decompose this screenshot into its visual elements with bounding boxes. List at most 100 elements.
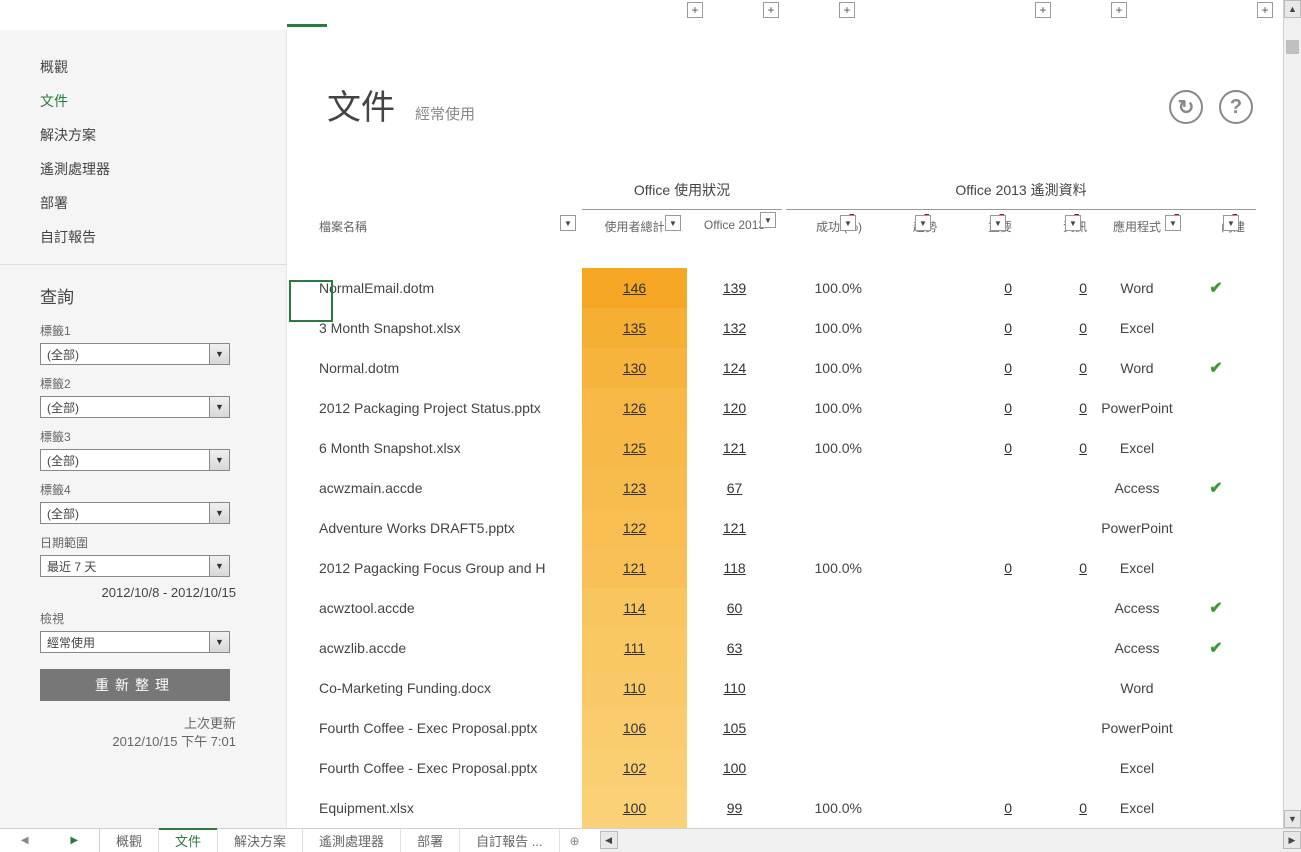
table-row[interactable]: acwzmain.accde12367Access✔ [307,468,1283,508]
cell-critical[interactable]: 0 [937,320,1012,336]
filter-button[interactable]: ▼ [915,215,931,231]
table-row[interactable]: 2012 Pagacking Focus Group and H12111810… [307,548,1283,588]
cell-total-users[interactable]: 126 [582,388,687,428]
cell-info[interactable]: 0 [1012,560,1087,576]
cell-total-users[interactable]: 114 [582,588,687,628]
sheet-nav-next[interactable]: ▶ [70,835,78,846]
cell-office2013[interactable]: 110 [687,680,782,696]
cell-total-users[interactable]: 125 [582,428,687,468]
table-row[interactable]: acwzlib.accde11163Access✔ [307,628,1283,668]
nav-solutions[interactable]: 解決方案 [40,118,286,152]
cell-office2013[interactable]: 105 [687,720,782,736]
expand-group-btn[interactable]: + [687,2,703,18]
cell-office2013[interactable]: 63 [687,640,782,656]
filter-button[interactable]: ▼ [560,215,576,231]
table-row[interactable]: Fourth Coffee - Exec Proposal.pptx106105… [307,708,1283,748]
cell-office2013[interactable]: 121 [687,520,782,536]
cell-office2013[interactable]: 121 [687,440,782,456]
select-tag3[interactable]: (全部) ▼ [40,449,230,471]
cell-total-users[interactable]: 106 [582,708,687,748]
expand-group-btn[interactable]: + [763,2,779,18]
cell-info[interactable]: 0 [1012,400,1087,416]
reload-button[interactable]: ↻ [1169,90,1203,124]
cell-total-users[interactable]: 146 [582,268,687,308]
tab-deployment[interactable]: 部署 [401,829,460,852]
cell-total-users[interactable]: 135 [582,308,687,348]
tab-overview[interactable]: 概觀 [100,829,159,852]
select-date-range[interactable]: 最近 7 天 ▼ [40,555,230,577]
table-row[interactable]: Adventure Works DRAFT5.pptx122121PowerPo… [307,508,1283,548]
select-view[interactable]: 經常使用 ▼ [40,631,230,653]
cell-info[interactable]: 0 [1012,800,1087,816]
tab-telemetry-processor[interactable]: 遙測處理器 [303,829,401,852]
cell-total-users[interactable]: 110 [582,668,687,708]
cell-info[interactable]: 0 [1012,280,1087,296]
table-row[interactable]: 2012 Packaging Project Status.pptx126120… [307,388,1283,428]
cell-office2013[interactable]: 139 [687,280,782,296]
table-row[interactable]: Fourth Coffee - Exec Proposal.pptx102100… [307,748,1283,788]
cell-info[interactable]: 0 [1012,360,1087,376]
cell-office2013[interactable]: 124 [687,360,782,376]
cell-office2013[interactable]: 60 [687,600,782,616]
tab-solutions[interactable]: 解決方案 [218,829,303,852]
cell-total-users[interactable]: 111 [582,628,687,668]
select-tag2[interactable]: (全部) ▼ [40,396,230,418]
select-tag4[interactable]: (全部) ▼ [40,502,230,524]
vertical-scrollbar[interactable]: ▲ ▼ [1283,0,1301,828]
cell-total-users[interactable]: 122 [582,508,687,548]
cell-critical[interactable]: 0 [937,280,1012,296]
cell-info[interactable]: 0 [1012,440,1087,456]
expand-group-btn[interactable]: + [1111,2,1127,18]
filter-button[interactable]: ▼ [990,215,1006,231]
horizontal-scrollbar[interactable]: ◀ ▶ [600,829,1301,852]
select-tag1[interactable]: (全部) ▼ [40,343,230,365]
cell-office2013[interactable]: 120 [687,400,782,416]
tab-custom-report[interactable]: 自訂報告 ... [460,829,559,852]
cell-total-users[interactable]: 121 [582,548,687,588]
cell-office2013[interactable]: 132 [687,320,782,336]
cell-critical[interactable]: 0 [937,400,1012,416]
scroll-down-icon[interactable]: ▼ [1284,810,1301,828]
expand-group-btn[interactable]: + [1257,2,1273,18]
cell-critical[interactable]: 0 [937,800,1012,816]
cell-critical[interactable]: 0 [937,440,1012,456]
cell-total-users[interactable]: 100 [582,788,687,828]
scroll-right-icon[interactable]: ▶ [1283,831,1301,849]
cell-critical[interactable]: 0 [937,360,1012,376]
filter-button[interactable]: ▼ [1065,215,1081,231]
cell-office2013[interactable]: 100 [687,760,782,776]
cell-office2013[interactable]: 99 [687,800,782,816]
nav-overview[interactable]: 概觀 [40,50,286,84]
table-row[interactable]: Normal.dotm130124100.0%00Word✔ [307,348,1283,388]
tab-documents[interactable]: 文件 [159,829,218,852]
cell-info[interactable]: 0 [1012,320,1087,336]
table-row[interactable]: NormalEmail.dotm146139100.0%00Word✔ [307,268,1283,308]
scroll-up-icon[interactable]: ▲ [1284,0,1301,18]
help-button[interactable]: ? [1219,90,1253,124]
nav-documents[interactable]: 文件 [40,84,286,118]
new-sheet-button[interactable]: ⊕ [560,829,590,852]
table-row[interactable]: Co-Marketing Funding.docx110110Word [307,668,1283,708]
refresh-button[interactable]: 重新整理 [40,669,230,701]
expand-group-btn[interactable]: + [839,2,855,18]
cell-total-users[interactable]: 123 [582,468,687,508]
filter-button[interactable]: ▼ [760,212,776,228]
scroll-left-icon[interactable]: ◀ [600,831,618,849]
expand-group-btn[interactable]: + [1035,2,1051,18]
nav-custom-report[interactable]: 自訂報告 [40,220,286,254]
filter-button[interactable]: ▼ [840,215,856,231]
cell-office2013[interactable]: 67 [687,480,782,496]
cell-office2013[interactable]: 118 [687,560,782,576]
filter-button[interactable]: ▼ [1165,215,1181,231]
filter-button[interactable]: ▼ [1223,215,1239,231]
cell-critical[interactable]: 0 [937,560,1012,576]
cell-total-users[interactable]: 102 [582,748,687,788]
nav-deployment[interactable]: 部署 [40,186,286,220]
table-row[interactable]: acwztool.accde11460Access✔ [307,588,1283,628]
table-row[interactable]: Equipment.xlsx10099100.0%00Excel [307,788,1283,828]
scroll-thumb[interactable] [1286,40,1299,54]
sheet-nav-first[interactable]: ◀ [21,835,29,846]
cell-total-users[interactable]: 130 [582,348,687,388]
table-row[interactable]: 3 Month Snapshot.xlsx135132100.0%00Excel [307,308,1283,348]
nav-telemetry-processor[interactable]: 遙測處理器 [40,152,286,186]
